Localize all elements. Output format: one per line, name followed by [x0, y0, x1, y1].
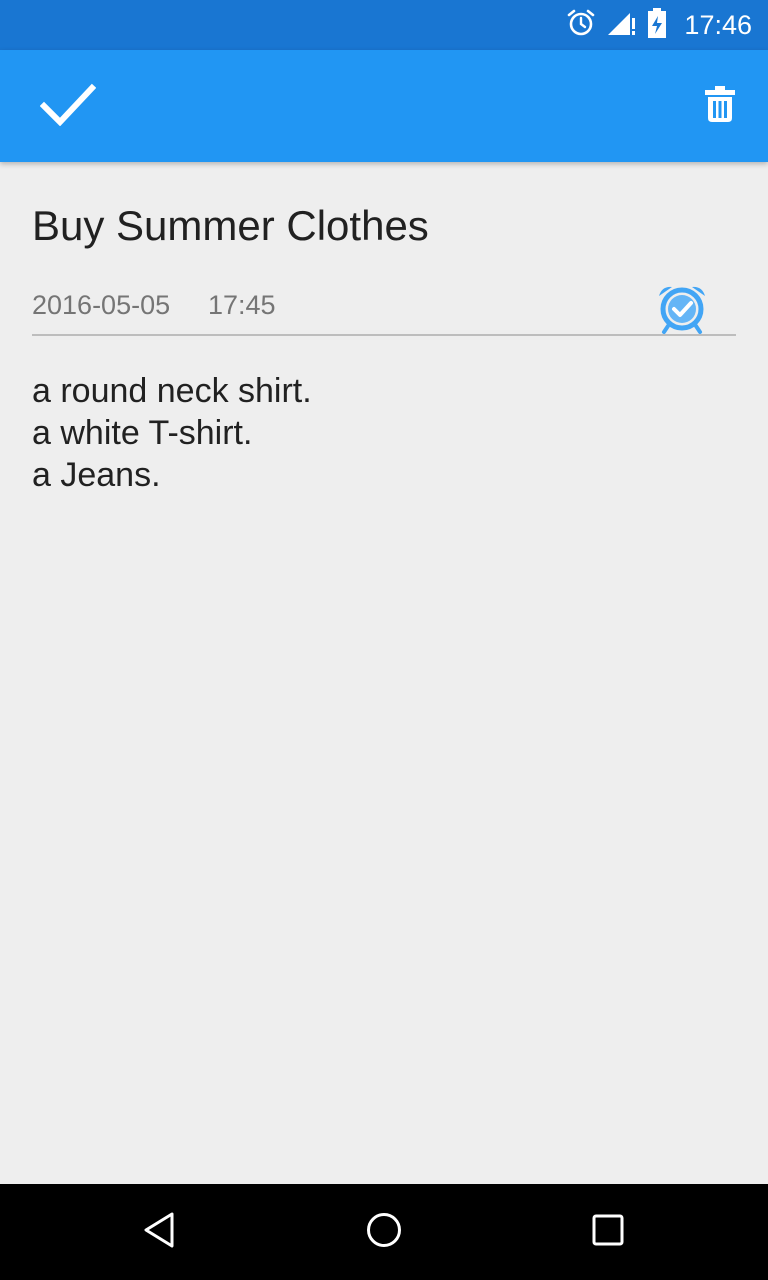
note-title-field[interactable]: Buy Summer Clothes: [32, 202, 429, 250]
save-button[interactable]: [28, 74, 108, 138]
reminder-alarm-button[interactable]: [656, 282, 708, 334]
recents-icon: [588, 1210, 628, 1255]
note-body-line: a white T-shirt.: [32, 414, 253, 452]
home-icon: [364, 1210, 404, 1255]
app-bar: [0, 50, 768, 162]
home-button[interactable]: [360, 1208, 408, 1256]
back-icon: [140, 1210, 180, 1255]
status-icons: 17:46: [566, 0, 752, 50]
signal-icon: [606, 8, 636, 43]
back-button[interactable]: [136, 1208, 184, 1256]
recents-button[interactable]: [584, 1208, 632, 1256]
battery-icon: [646, 7, 668, 44]
reminder-row: 2016-05-05 17:45: [32, 274, 736, 336]
status-bar: 17:46: [0, 0, 768, 50]
note-editor-screen: 17:46 Buy Summer Clothes 2016-05-05 17:4…: [0, 0, 768, 1280]
check-icon: [39, 82, 97, 131]
reminder-date[interactable]: 2016-05-05: [32, 290, 170, 321]
trash-icon: [704, 85, 736, 127]
note-body-field[interactable]: a round neck shirt. a white T-shirt. a J…: [32, 370, 736, 496]
status-time: 17:46: [684, 9, 752, 40]
note-body-line: a Jeans.: [32, 456, 161, 494]
alarm-icon: [566, 8, 596, 43]
reminder-time[interactable]: 17:45: [208, 290, 276, 321]
delete-button[interactable]: [692, 78, 748, 134]
note-content: Buy Summer Clothes 2016-05-05 17:45 a ro…: [0, 162, 768, 1184]
navigation-bar: [0, 1184, 768, 1280]
alarm-check-icon: [656, 286, 708, 338]
note-body-line: a round neck shirt.: [32, 372, 312, 410]
